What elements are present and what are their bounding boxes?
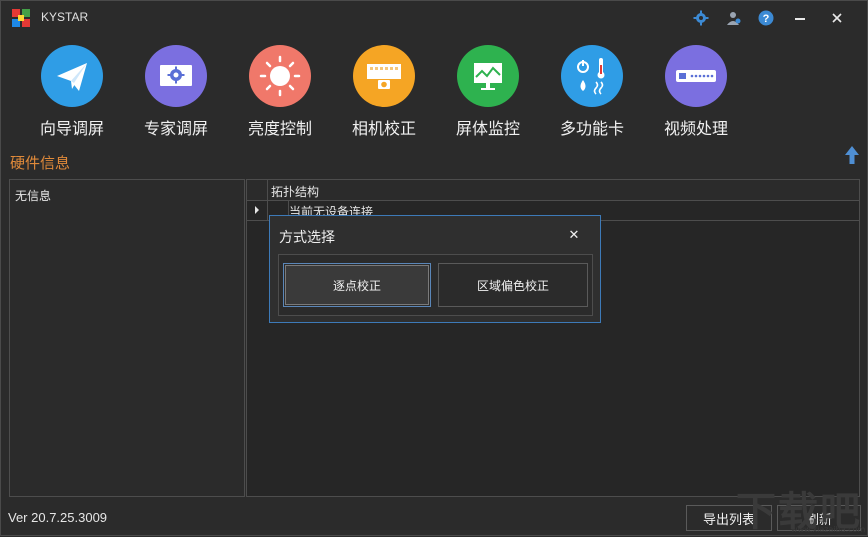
multifunction-icon — [561, 45, 623, 107]
minimize-button[interactable] — [786, 7, 814, 29]
minimize-icon — [795, 18, 805, 20]
tool-label: 专家调屏 — [143, 119, 208, 138]
title-bar: KYSTAR ? — [1, 1, 867, 35]
tool-video-processing[interactable]: 视频处理 — [650, 45, 742, 139]
svg-text:?: ? — [763, 13, 770, 25]
close-button[interactable] — [823, 7, 851, 29]
user-account-icon[interactable] — [726, 10, 742, 26]
watermark-url: www.xiazaiba.com — [791, 525, 866, 534]
close-icon — [832, 13, 842, 23]
camera-icon — [353, 45, 415, 107]
kystar-logo-icon — [12, 9, 30, 27]
collapse-up-arrow-icon[interactable] — [844, 145, 860, 165]
row-expand-arrow-icon[interactable] — [255, 206, 259, 214]
help-icon[interactable]: ? — [758, 10, 774, 26]
app-title: KYSTAR — [41, 10, 89, 24]
hardware-info-panel: 无信息 — [9, 179, 245, 497]
tool-label: 视频处理 — [663, 119, 728, 138]
tool-screen-monitor[interactable]: 屏体监控 — [442, 45, 534, 139]
tool-label: 屏体监控 — [455, 119, 520, 138]
sun-icon — [249, 45, 311, 107]
point-by-point-calibration-button[interactable]: 逐点校正 — [283, 263, 431, 307]
tool-expert-screen[interactable]: 专家调屏 — [130, 45, 222, 139]
video-processor-icon — [665, 45, 727, 107]
tool-wizard-screen[interactable]: 向导调屏 — [26, 45, 118, 139]
no-info-text: 无信息 — [15, 189, 52, 203]
tool-camera-calibration[interactable]: 相机校正 — [338, 45, 430, 139]
paper-plane-icon — [41, 45, 103, 107]
tool-brightness-control[interactable]: 亮度控制 — [234, 45, 326, 139]
monitor-chart-icon — [457, 45, 519, 107]
tool-label: 向导调屏 — [39, 119, 104, 138]
regional-color-cast-calibration-button[interactable]: 区域偏色校正 — [438, 263, 588, 307]
dialog-body: 逐点校正 区域偏色校正 — [278, 254, 593, 316]
tool-multifunction-card[interactable]: 多功能卡 — [546, 45, 638, 139]
main-window: KYSTAR ? 向导调屏 专家调屏 亮度控制 相机校正 屏体监控 多功能卡 视… — [0, 0, 868, 536]
mode-select-dialog: 方式选择 ✕ 逐点校正 区域偏色校正 — [269, 215, 601, 323]
version-label: Ver 20.7.25.3009 — [8, 510, 108, 525]
tool-label: 多功能卡 — [559, 119, 624, 138]
tool-label: 相机校正 — [351, 119, 416, 138]
hardware-info-title: 硬件信息 — [10, 154, 71, 172]
settings-gear-icon[interactable] — [693, 10, 709, 26]
gear-screen-icon — [145, 45, 207, 107]
grid-column-header-topology: 拓扑结构 — [271, 185, 320, 199]
grid-header-indent-cell — [247, 180, 268, 200]
grid-header: 拓扑结构 — [247, 180, 859, 201]
dialog-close-button[interactable]: ✕ — [564, 225, 584, 245]
dialog-title: 方式选择 — [279, 230, 335, 246]
tool-label: 亮度控制 — [247, 119, 312, 138]
